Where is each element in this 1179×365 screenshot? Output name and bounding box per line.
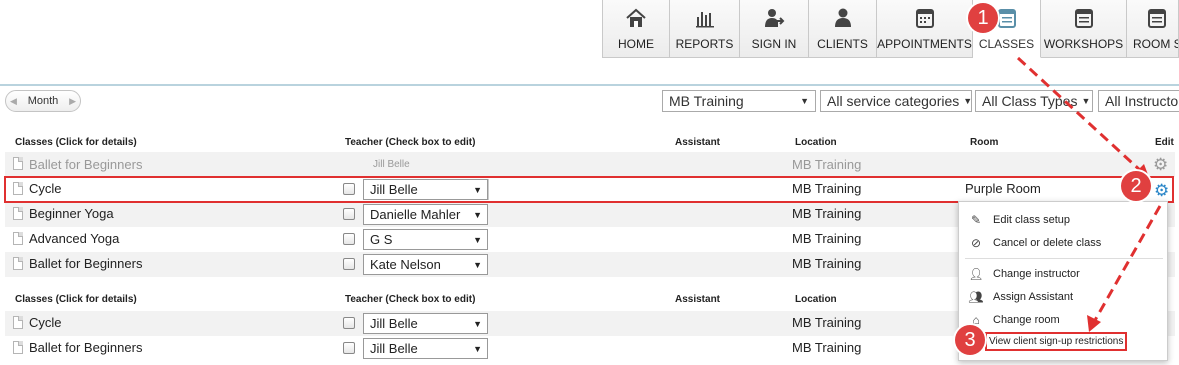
step-badge-2: 2	[1121, 171, 1151, 201]
annotation-arrows	[1016, 56, 1162, 332]
classes-page: HOME REPORTS SIGN IN CLIENTS APPOINTMENT…	[0, 0, 1179, 365]
step-badge-1: 1	[968, 3, 998, 33]
step-badge-3: 3	[955, 325, 985, 355]
